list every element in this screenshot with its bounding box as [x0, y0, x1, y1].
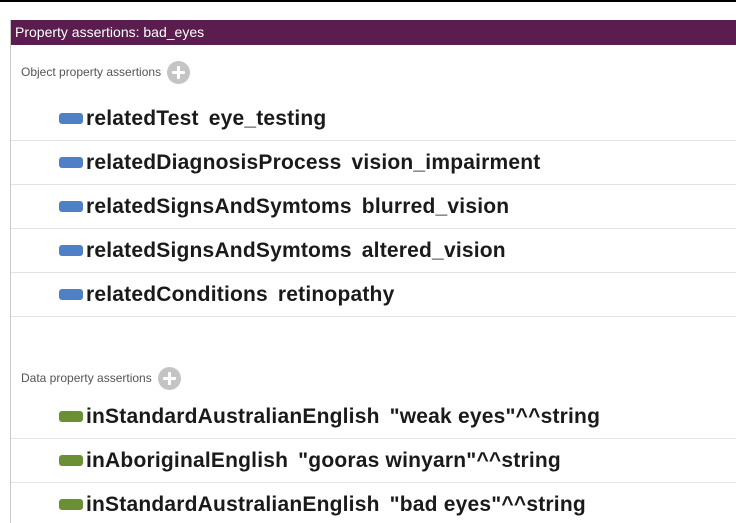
object-property-icon [59, 289, 83, 300]
object-property-section-label: Object property assertions [21, 65, 162, 79]
property-assertions-panel: Property assertions: bad_eyes Object pro… [10, 20, 736, 523]
data-property-row[interactable]: inStandardAustralianEnglish "bad eyes"^^s… [11, 483, 736, 523]
object-property-icon [59, 157, 83, 168]
property-name: inStandardAustralianEnglish [86, 492, 380, 516]
assertion-text: inStandardAustralianEnglish "bad eyes"^^s… [86, 493, 586, 517]
add-object-property-icon[interactable] [167, 60, 191, 84]
property-value: "gooras winyarn"^^string [298, 448, 561, 472]
property-name: inStandardAustralianEnglish [86, 404, 380, 428]
assertion-text: inStandardAustralianEnglish "weak eyes"^^… [86, 405, 600, 429]
assertion-text: inAboriginalEnglish "gooras winyarn"^^str… [86, 449, 561, 473]
add-data-property-icon[interactable] [157, 366, 181, 390]
property-name: inAboriginalEnglish [86, 448, 289, 472]
property-value: "bad eyes"^^string [389, 492, 586, 516]
object-property-icon [59, 245, 83, 256]
object-property-row[interactable]: relatedSignsAndSymtoms blurred_vision [11, 185, 736, 229]
assertion-text: relatedSignsAndSymtoms blurred_vision [86, 195, 509, 219]
object-property-row[interactable]: relatedDiagnosisProcess vision_impairment [11, 141, 736, 185]
property-name: relatedSignsAndSymtoms [86, 238, 352, 262]
property-name: relatedSignsAndSymtoms [86, 194, 352, 218]
object-property-row[interactable]: relatedSignsAndSymtoms altered_vision [11, 229, 736, 273]
object-property-row[interactable]: relatedConditions retinopathy [11, 273, 736, 317]
window-top-border [0, 0, 736, 2]
object-property-icon [59, 201, 83, 212]
assertion-text: relatedDiagnosisProcess vision_impairment [86, 151, 541, 175]
data-property-row[interactable]: inAboriginalEnglish "gooras winyarn"^^str… [11, 439, 736, 483]
data-property-row[interactable]: inStandardAustralianEnglish "weak eyes"^^… [11, 395, 736, 439]
panel-title: Property assertions: bad_eyes [11, 20, 736, 45]
data-property-section-label: Data property assertions [21, 371, 152, 385]
property-name: relatedTest [86, 106, 199, 130]
assertion-text: relatedConditions retinopathy [86, 283, 394, 307]
data-property-icon [59, 455, 83, 466]
assertion-text: relatedSignsAndSymtoms altered_vision [86, 239, 506, 263]
data-property-icon [59, 411, 83, 422]
property-value: eye_testing [208, 106, 327, 130]
property-value: "weak eyes"^^string [389, 404, 601, 428]
property-value: blurred_vision [361, 194, 510, 218]
data-property-section-header: Data property assertions [21, 363, 181, 393]
data-property-icon [59, 499, 83, 510]
property-value: altered_vision [361, 238, 506, 262]
property-name: relatedConditions [86, 282, 268, 306]
property-value: retinopathy [277, 282, 395, 306]
screenshot-frame: Property assertions: bad_eyes Object pro… [0, 0, 736, 523]
left-gutter [0, 2, 10, 523]
object-property-section-header: Object property assertions [21, 57, 191, 87]
object-property-row[interactable]: relatedTest eye_testing [11, 97, 736, 141]
property-name: relatedDiagnosisProcess [86, 150, 342, 174]
assertion-text: relatedTest eye_testing [86, 107, 326, 131]
property-value: vision_impairment [351, 150, 541, 174]
object-property-icon [59, 113, 83, 124]
